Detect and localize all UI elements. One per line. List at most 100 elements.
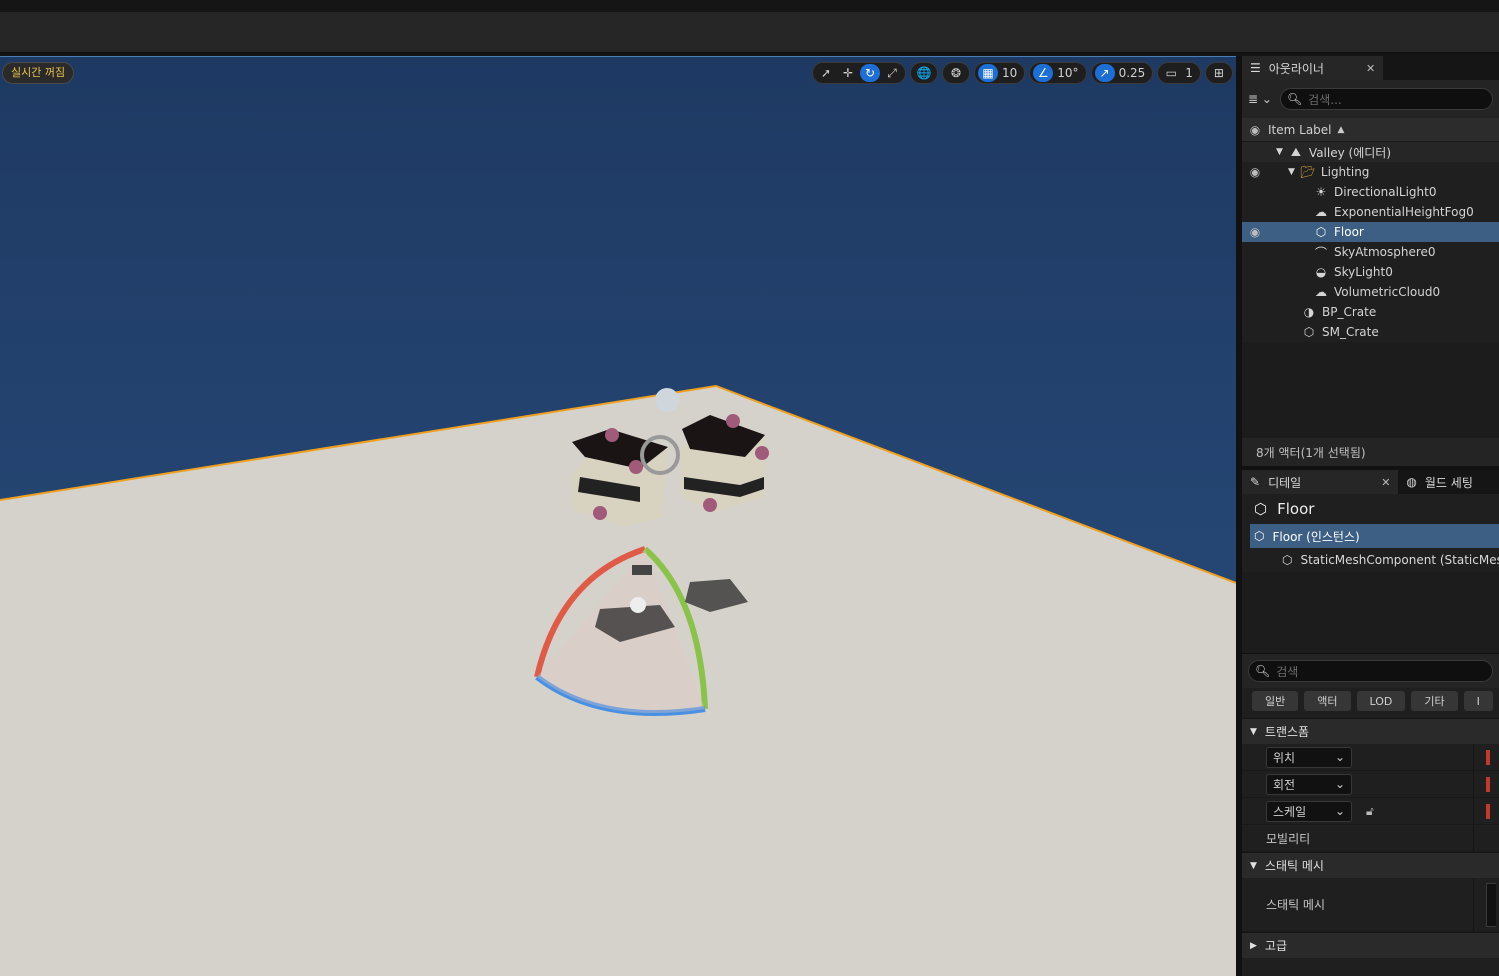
realtime-off-badge[interactable]: 실시간 꺼짐 bbox=[2, 62, 75, 84]
item-label-column[interactable]: Item Label bbox=[1268, 123, 1332, 137]
component-label: Floor (인스턴스) bbox=[1272, 529, 1360, 544]
tree-item-directionallight[interactable]: ☀ DirectionalLight0 bbox=[1242, 182, 1499, 202]
component-tree-empty bbox=[1242, 572, 1499, 654]
search-icon: 🔍︎ bbox=[1286, 92, 1303, 106]
expand-arrow-icon[interactable]: ▼ bbox=[1276, 147, 1283, 157]
section-advanced[interactable]: ▶ 고급 bbox=[1242, 932, 1499, 958]
tree-item-bp-crate[interactable]: ◑ BP_Crate bbox=[1242, 302, 1499, 322]
outliner-search-input[interactable]: 🔍︎ 검색... bbox=[1279, 88, 1493, 110]
prop-mobility: 모빌리티 bbox=[1242, 825, 1499, 852]
outliner-empty-area[interactable] bbox=[1242, 342, 1499, 438]
details-search-input[interactable]: 🔍︎ 검색 bbox=[1248, 660, 1493, 682]
outliner-status: 8개 액터(1개 선택됨) bbox=[1242, 438, 1499, 466]
grid-snap-icon[interactable]: ▦ bbox=[978, 64, 998, 82]
outliner-tab-label: 아웃라이너 bbox=[1268, 61, 1324, 76]
filter-general-button[interactable]: 일반 bbox=[1252, 691, 1299, 711]
grid-snap-value[interactable]: 10 bbox=[1000, 66, 1021, 80]
tree-item-skyatmosphere[interactable]: ⌒ SkyAtmosphere0 bbox=[1242, 242, 1499, 262]
tree-item-skylight[interactable]: ◒ SkyLight0 bbox=[1242, 262, 1499, 282]
search-placeholder: 검색... bbox=[1308, 92, 1342, 107]
filter-more-button[interactable]: I bbox=[1463, 691, 1493, 711]
prop-location: 위치 ⌄ bbox=[1242, 744, 1499, 771]
tree-item-label: BP_Crate bbox=[1322, 305, 1377, 319]
tree-item-label: ExponentialHeightFog0 bbox=[1334, 205, 1474, 219]
filter-lod-button[interactable]: LOD bbox=[1356, 691, 1406, 711]
chevron-down-icon: ⌄ bbox=[1334, 750, 1345, 764]
tree-item-label: SkyAtmosphere0 bbox=[1334, 245, 1436, 259]
search-icon: 🔍︎ bbox=[1255, 664, 1271, 678]
location-dropdown[interactable]: 위치 ⌄ bbox=[1266, 746, 1352, 768]
scale-dropdown[interactable]: 스케일 ⌄ bbox=[1266, 800, 1352, 822]
tree-item-volumetriccloud[interactable]: ☁ VolumetricCloud0 bbox=[1242, 282, 1499, 302]
outliner-search-row: ≣ ⌄ 🔍︎ 검색... bbox=[1242, 80, 1499, 118]
section-transform[interactable]: ▼ 트랜스폼 bbox=[1242, 718, 1499, 744]
scale-mode-icon[interactable]: ⤢ bbox=[882, 64, 902, 82]
main-toolbar bbox=[0, 12, 1499, 54]
outliner-column-header[interactable]: ◉ Item Label ▲ bbox=[1242, 118, 1499, 142]
sky-atmosphere-icon: ⌒ bbox=[1314, 245, 1327, 260]
component-label: StaticMeshComponent (StaticMes bbox=[1300, 553, 1499, 567]
level-viewport[interactable]: 실시간 꺼짐 ➚ ✛ ↻ ⤢ 🌐 ❂ ▦ 10 ∠ 10° ↗ 0.25 ▭ 1 bbox=[0, 56, 1236, 976]
camera-icon[interactable]: ▭ bbox=[1161, 64, 1181, 82]
translate-mode-icon[interactable]: ✛ bbox=[838, 64, 858, 82]
static-mesh-icon: ⬡ bbox=[1282, 553, 1293, 567]
rotation-snap-value[interactable]: 10° bbox=[1055, 66, 1082, 80]
tree-item-valley[interactable]: ▼ ⛰ Valley (에디터) bbox=[1242, 142, 1499, 162]
tree-item-label: DirectionalLight0 bbox=[1334, 185, 1437, 199]
prop-label: 위치 bbox=[1273, 750, 1296, 765]
tree-item-label: SM_Crate bbox=[1322, 325, 1379, 339]
visibility-eye-icon[interactable]: ◉ bbox=[1242, 225, 1268, 239]
world-space-icon[interactable]: 🌐 bbox=[914, 64, 934, 82]
title-bar bbox=[0, 0, 1499, 12]
tree-item-floor[interactable]: ◉ ⬡ Floor bbox=[1242, 222, 1499, 242]
tree-item-label: SkyLight0 bbox=[1334, 265, 1393, 279]
tab-details[interactable]: ✎ 디테일 ✕ bbox=[1242, 470, 1399, 494]
sky-light-icon: ◒ bbox=[1315, 265, 1327, 279]
rotation-dropdown[interactable]: 회전 ⌄ bbox=[1266, 773, 1352, 795]
tree-item-sm-crate[interactable]: ⬡ SM_Crate bbox=[1242, 322, 1499, 342]
camera-speed-value[interactable]: 1 bbox=[1183, 66, 1197, 80]
blueprint-icon: ◑ bbox=[1303, 305, 1315, 319]
tree-item-fog[interactable]: ☁ ExponentialHeightFog0 bbox=[1242, 202, 1499, 222]
select-mode-icon[interactable]: ➚ bbox=[816, 64, 836, 82]
coord-space-group: 🌐 bbox=[910, 62, 938, 84]
static-mesh-label: 스태틱 메시 bbox=[1242, 878, 1474, 931]
chevron-down-icon: ⌄ bbox=[1334, 804, 1345, 818]
surface-snap-icon[interactable]: ❂ bbox=[946, 64, 966, 82]
section-static-mesh[interactable]: ▼ 스태틱 메시 bbox=[1242, 852, 1499, 878]
collapse-arrow-icon: ▼ bbox=[1250, 726, 1257, 737]
details-tab-row: ✎ 디테일 ✕ ◍ 월드 세팅 bbox=[1242, 470, 1499, 494]
x-axis-marker bbox=[1486, 749, 1490, 765]
scale-snap-value[interactable]: 0.25 bbox=[1117, 66, 1150, 80]
component-row-instance[interactable]: ⬡ Floor (인스턴스) bbox=[1250, 524, 1499, 548]
filter-icon[interactable]: ≣ ⌄ bbox=[1248, 92, 1272, 106]
x-axis-marker bbox=[1486, 803, 1490, 819]
tree-item-label: Floor bbox=[1334, 225, 1364, 239]
visibility-eye-icon[interactable]: ◉ bbox=[1242, 165, 1268, 179]
static-mesh-icon: ⬡ bbox=[1254, 529, 1265, 543]
expand-arrow-icon[interactable]: ▼ bbox=[1288, 167, 1295, 177]
prop-rotation: 회전 ⌄ bbox=[1242, 771, 1499, 798]
tree-item-lighting[interactable]: ◉ ▼ 📂︎ Lighting bbox=[1242, 162, 1499, 182]
details-search-row: 🔍︎ 검색 bbox=[1242, 654, 1499, 688]
unlock-icon[interactable]: 🔓︎ bbox=[1366, 804, 1374, 819]
filter-misc-button[interactable]: 기타 bbox=[1411, 691, 1458, 711]
component-row-staticmesh[interactable]: ⬡ StaticMeshComponent (StaticMes bbox=[1242, 548, 1499, 572]
close-icon[interactable]: ✕ bbox=[1366, 62, 1375, 75]
tab-world-settings[interactable]: ◍ 월드 세팅 bbox=[1398, 470, 1481, 494]
static-mesh-icon: ⬡ bbox=[1303, 325, 1315, 339]
transform-mode-group: ➚ ✛ ↻ ⤢ bbox=[812, 62, 906, 84]
static-mesh-icon: ⬡ bbox=[1254, 500, 1268, 518]
mesh-thumbnail[interactable] bbox=[1486, 882, 1496, 927]
outliner-tab-row: ☰ 아웃라이너 ✕ bbox=[1242, 56, 1499, 80]
x-axis-marker bbox=[1486, 776, 1490, 792]
sort-asc-icon: ▲ bbox=[1337, 124, 1345, 135]
rotation-snap-icon[interactable]: ∠ bbox=[1033, 64, 1054, 82]
rotate-mode-icon[interactable]: ↻ bbox=[860, 64, 880, 82]
filter-actor-button[interactable]: 액터 bbox=[1304, 691, 1351, 711]
close-icon[interactable]: ✕ bbox=[1381, 476, 1390, 489]
scale-snap-icon[interactable]: ↗ bbox=[1094, 64, 1115, 82]
tab-outliner[interactable]: ☰ 아웃라이너 ✕ bbox=[1242, 56, 1384, 80]
directional-light-icon: ☀ bbox=[1315, 185, 1327, 199]
viewport-layout-icon[interactable]: ⊞ bbox=[1209, 64, 1229, 82]
